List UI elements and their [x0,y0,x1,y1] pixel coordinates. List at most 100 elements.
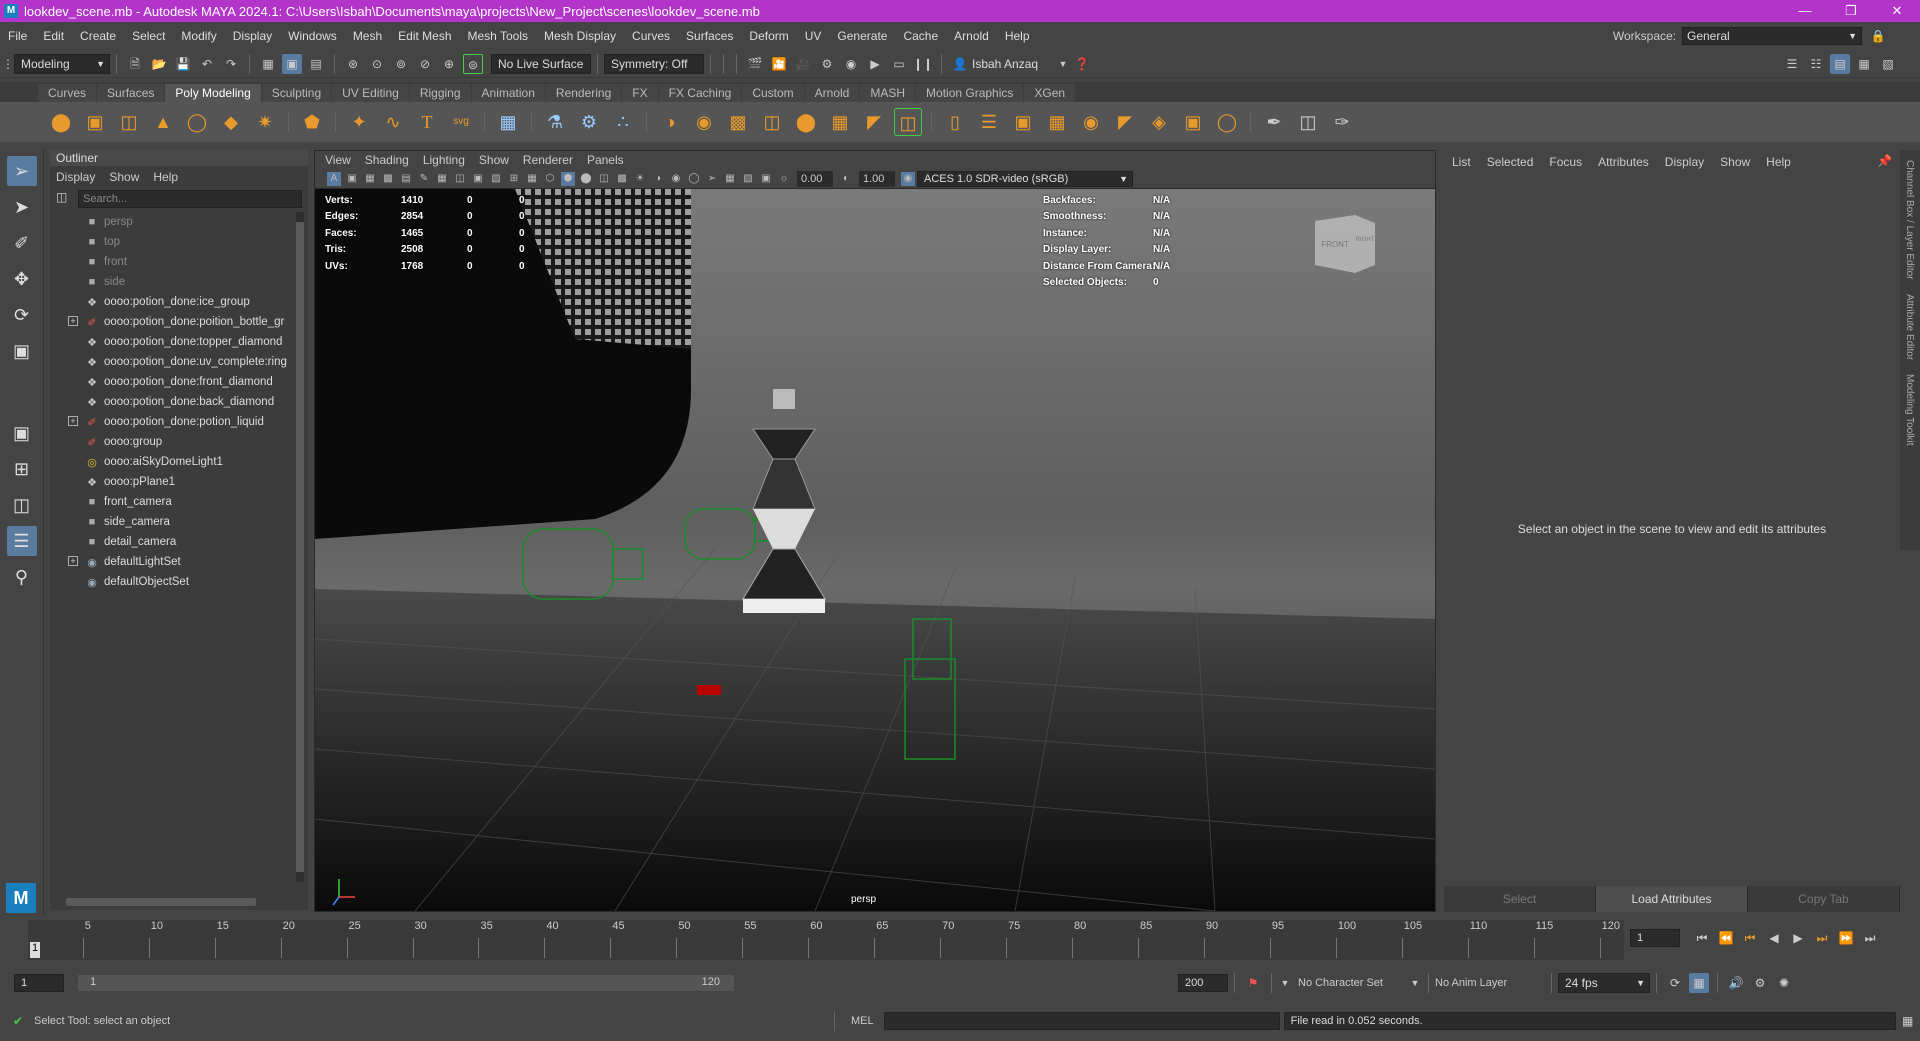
menu-select[interactable]: Select [124,29,173,43]
menu-edit-mesh[interactable]: Edit Mesh [390,29,459,43]
menu-surfaces[interactable]: Surfaces [678,29,741,43]
attr-menu-list[interactable]: List [1452,155,1471,169]
shelf-tab-mash[interactable]: MASH [860,84,916,102]
camera-attr-icon[interactable]: ▣ [345,172,359,186]
current-frame-marker[interactable]: 1 [30,942,40,958]
colorspace-dropdown[interactable]: ACES 1.0 SDR-video (sRGB) ▼ [917,170,1133,187]
live-surface-field[interactable]: No Live Surface [491,53,591,74]
load-attributes-button[interactable]: Load Attributes [1596,886,1748,912]
shelf-tab-xgen[interactable]: XGen [1024,84,1076,102]
shelf-tab-custom[interactable]: Custom [742,84,804,102]
lights-icon[interactable]: ☀ [633,172,647,186]
quad-draw-icon[interactable]: ✑ [1328,108,1356,136]
viewport-canvas[interactable]: FRONT RIGHT Verts: 1410 0 0 Edges: 2854 0 0 Face… [315,189,1435,911]
ambient-occlusion-icon[interactable]: ◉ [669,172,683,186]
collapse-icon[interactable]: ◈ [1145,108,1173,136]
maximize-icon[interactable]: ❐ [1828,0,1874,22]
exposure-icon[interactable]: ☼ [777,172,791,186]
shelf-tab-surfaces[interactable]: Surfaces [97,84,165,102]
menu-windows[interactable]: Windows [280,29,345,43]
shelf-tab-rendering[interactable]: Rendering [545,84,622,102]
merge-icon[interactable]: ◤ [1111,108,1139,136]
menu-generate[interactable]: Generate [829,29,895,43]
resolution-gate-icon[interactable]: ▣ [471,172,485,186]
menu-mesh-display[interactable]: Mesh Display [536,29,624,43]
menu-cache[interactable]: Cache [895,29,946,43]
symmetrize-icon[interactable]: ◫ [894,108,922,136]
step-forward-icon[interactable]: ⏩ [1836,928,1856,948]
command-input[interactable] [883,1012,1280,1030]
attr-menu-help[interactable]: Help [1766,155,1791,169]
select-component-icon[interactable]: ▤ [306,54,326,74]
script-language-toggle[interactable]: MEL [851,1015,874,1027]
cache-playback-icon[interactable]: ▦ [1689,973,1709,993]
start-frame-field[interactable]: 1 [14,974,64,992]
fps-dropdown[interactable]: 24 fps ▼ [1558,973,1650,993]
twod-pan-icon[interactable]: ▤ [399,172,413,186]
shelf-tab-uv-editing[interactable]: UV Editing [332,84,409,102]
field-chart-icon[interactable]: ⊞ [507,172,521,186]
bookmark-icon[interactable]: ▦ [363,172,377,186]
anim-layer-field[interactable]: No Anim Layer [1435,977,1545,989]
search-icon[interactable]: ⚲ [7,562,37,592]
menu-help[interactable]: Help [997,29,1038,43]
outliner-item[interactable]: ❖ oooo:potion_done:front_diamond [50,372,308,392]
outliner-item[interactable]: ■ detail_camera [50,532,308,552]
select-tool-icon[interactable]: ➢ [6,156,37,186]
isolate-select-icon[interactable]: ➢ [705,172,719,186]
outliner-item[interactable]: ■ front_camera [50,492,308,512]
sound-icon[interactable]: 🔊 [1726,973,1746,993]
scroll-thumb[interactable] [296,222,304,872]
anim-prefs-icon[interactable]: ⚙ [1750,973,1770,993]
uv-editor-icon[interactable]: ▦ [494,108,522,136]
exposure-field[interactable]: 0.00 [797,170,833,187]
tool-settings-icon[interactable]: ▦ [1854,54,1874,74]
menu-create[interactable]: Create [72,29,124,43]
chevron-down-icon[interactable]: ▼ [1410,973,1420,993]
snap-grid-icon[interactable]: ⊛ [343,54,363,74]
outliner-menu-display[interactable]: Display [56,170,95,184]
super-shape-icon[interactable]: ✦ [345,108,373,136]
backface-icon[interactable]: ▣ [759,172,773,186]
outliner-item[interactable]: ❖ oooo:potion_done:uv_complete:ring [50,352,308,372]
select-camera-icon[interactable]: A [327,171,341,186]
outliner-menu-help[interactable]: Help [153,170,178,184]
arnold-stop-icon[interactable]: ❙❙ [913,54,933,74]
paint-select-tool-icon[interactable]: ✐ [7,228,37,258]
viewport-menu-show[interactable]: Show [479,153,509,167]
render-frame-icon[interactable]: 🎦 [769,54,789,74]
pin-icon[interactable]: 📌 [1877,154,1892,168]
snap-view-icon[interactable]: ⊘ [415,54,435,74]
mirror-icon[interactable]: ◤ [860,108,888,136]
outliner-item[interactable]: ❖ oooo:potion_done:back_diamond [50,392,308,412]
loop-icon[interactable]: ⟳ [1665,973,1685,993]
bridge-icon[interactable]: ☰ [975,108,1003,136]
wireframe-icon[interactable]: ⬡ [543,172,557,186]
shadows-icon[interactable]: ◑ [651,172,665,186]
menu-display[interactable]: Display [225,29,280,43]
snap-curve-icon[interactable]: ⊙ [367,54,387,74]
menu-mesh-tools[interactable]: Mesh Tools [460,29,536,43]
menu-modify[interactable]: Modify [173,29,224,43]
menu-curves[interactable]: Curves [624,29,678,43]
current-frame-field[interactable]: 1 [1630,929,1680,947]
outliner-item[interactable]: ■ side [50,272,308,292]
tab-channel-box[interactable]: Channel Box / Layer Editor [1904,160,1915,280]
grid-toggle-icon[interactable]: ▦ [435,172,449,186]
menu-file[interactable]: File [0,29,35,43]
scale-tool-icon[interactable]: ▣ [7,336,37,366]
lock-icon[interactable]: 🔒 [1868,26,1888,46]
sweep-mesh-icon[interactable]: ∿ [379,108,407,136]
script-editor-icon[interactable]: ▦ [1898,1011,1918,1031]
fill-hole-icon[interactable]: ◉ [1077,108,1105,136]
shelf-tab-rigging[interactable]: Rigging [409,84,471,102]
chevron-down-icon[interactable]: ▼ [1058,54,1068,74]
hypershade-icon[interactable]: ◉ [841,54,861,74]
combine-icon[interactable]: ◑ [656,108,684,136]
user-name[interactable]: Isbah Anzaq [972,57,1056,71]
viewport-menu-shading[interactable]: Shading [365,153,409,167]
user-icon[interactable]: 👤 [950,54,970,74]
move-tool-icon[interactable]: ✥ [7,264,37,294]
reduce-icon[interactable]: ▦ [826,108,854,136]
minimize-icon[interactable]: — [1782,0,1828,22]
